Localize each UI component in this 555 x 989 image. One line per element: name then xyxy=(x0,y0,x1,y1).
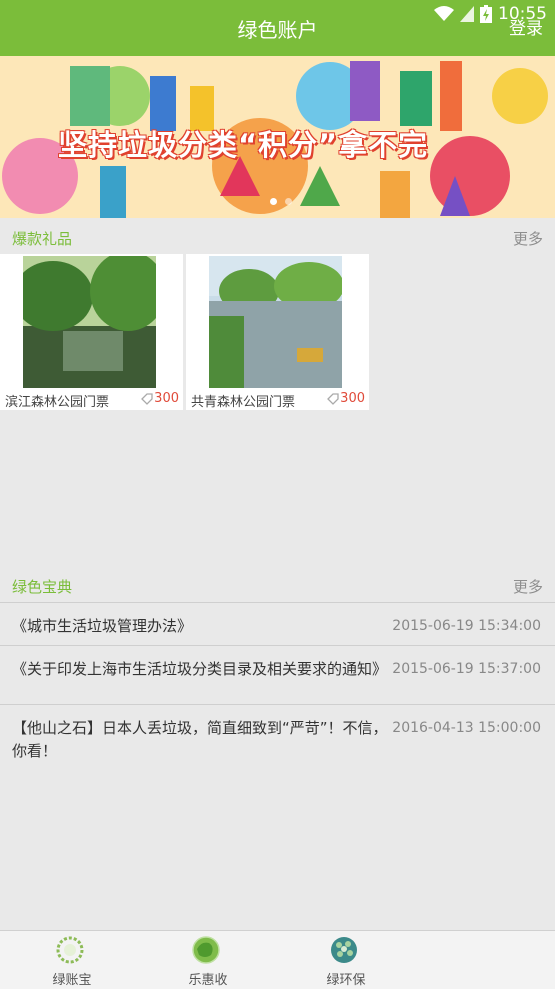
nav-label: 绿环保 xyxy=(326,973,366,988)
app-header: 绿色账户 登录 10:55 xyxy=(0,0,555,56)
article-date: 2016-04-13 15:00:00 xyxy=(392,720,541,736)
gift-name: 滨江森林公园门票 xyxy=(5,395,110,410)
carousel-dot[interactable] xyxy=(270,198,277,205)
earth-icon xyxy=(331,937,357,963)
gift-card[interactable]: 滨江森林公园门票 300 xyxy=(0,254,183,410)
gift-image xyxy=(23,256,156,388)
gifts-more-link[interactable]: 更多 xyxy=(513,228,543,249)
nav-label: 乐惠收 xyxy=(188,973,228,988)
nav-item-lvhuanbao[interactable]: 绿环保 xyxy=(286,931,406,989)
article-title: 《城市生活垃圾管理办法》 xyxy=(12,617,193,635)
nav-item-lvzhangbao[interactable]: 绿账宝 xyxy=(12,931,132,989)
battery-charging-icon xyxy=(480,5,492,23)
article-title: 《关于印发上海市生活垃圾分类目录及相关要求的通知》 xyxy=(12,660,388,678)
banner-caption: 坚持垃圾分类“积分”拿不完 xyxy=(58,128,429,162)
article-title: 【他山之石】日本人丢垃圾，简直细致到“严苛”！不信，你看！ xyxy=(12,719,388,760)
clock-time: 10:55 xyxy=(498,4,547,24)
article-date: 2015-06-19 15:37:00 xyxy=(392,661,541,677)
wreath-icon xyxy=(56,936,84,964)
article-row[interactable]: 【他山之石】日本人丢垃圾，简直细致到“严苛”！不信，你看！ 2016-04-13… xyxy=(0,705,555,765)
signal-icon xyxy=(460,6,474,22)
handbook-more-link[interactable]: 更多 xyxy=(513,576,543,597)
status-bar: 10:55 xyxy=(434,4,547,24)
gifts-section-header: 爆款礼品 更多 xyxy=(0,220,555,254)
gift-name: 共青森林公园门票 xyxy=(191,395,296,410)
gift-points: 300 xyxy=(340,391,365,406)
gift-image xyxy=(209,256,342,388)
handbook-section-header: 绿色宝典 更多 xyxy=(0,568,555,603)
wifi-icon xyxy=(434,6,454,21)
nav-item-lehuishou[interactable]: 乐惠收 xyxy=(148,931,268,989)
nav-label: 绿账宝 xyxy=(52,973,92,988)
handbook-title: 绿色宝典 xyxy=(12,578,73,596)
bottom-nav: 绿账宝 乐惠收 绿环保 xyxy=(0,930,555,989)
article-row[interactable]: 《关于印发上海市生活垃圾分类目录及相关要求的通知》 2015-06-19 15:… xyxy=(0,646,555,705)
article-row[interactable]: 《城市生活垃圾管理办法》 2015-06-19 15:34:00 xyxy=(0,603,555,646)
carousel-dot[interactable] xyxy=(285,198,292,205)
gift-card[interactable]: 共青森林公园门票 300 xyxy=(186,254,369,410)
globe-recycle-icon xyxy=(192,936,220,964)
article-date: 2015-06-19 15:34:00 xyxy=(392,618,541,634)
points-tag-icon xyxy=(141,393,153,405)
gift-points: 300 xyxy=(154,391,179,406)
promo-banner[interactable]: 坚持垃圾分类“积分”拿不完 xyxy=(0,56,555,218)
gifts-title: 爆款礼品 xyxy=(12,230,73,248)
points-tag-icon xyxy=(327,393,339,405)
